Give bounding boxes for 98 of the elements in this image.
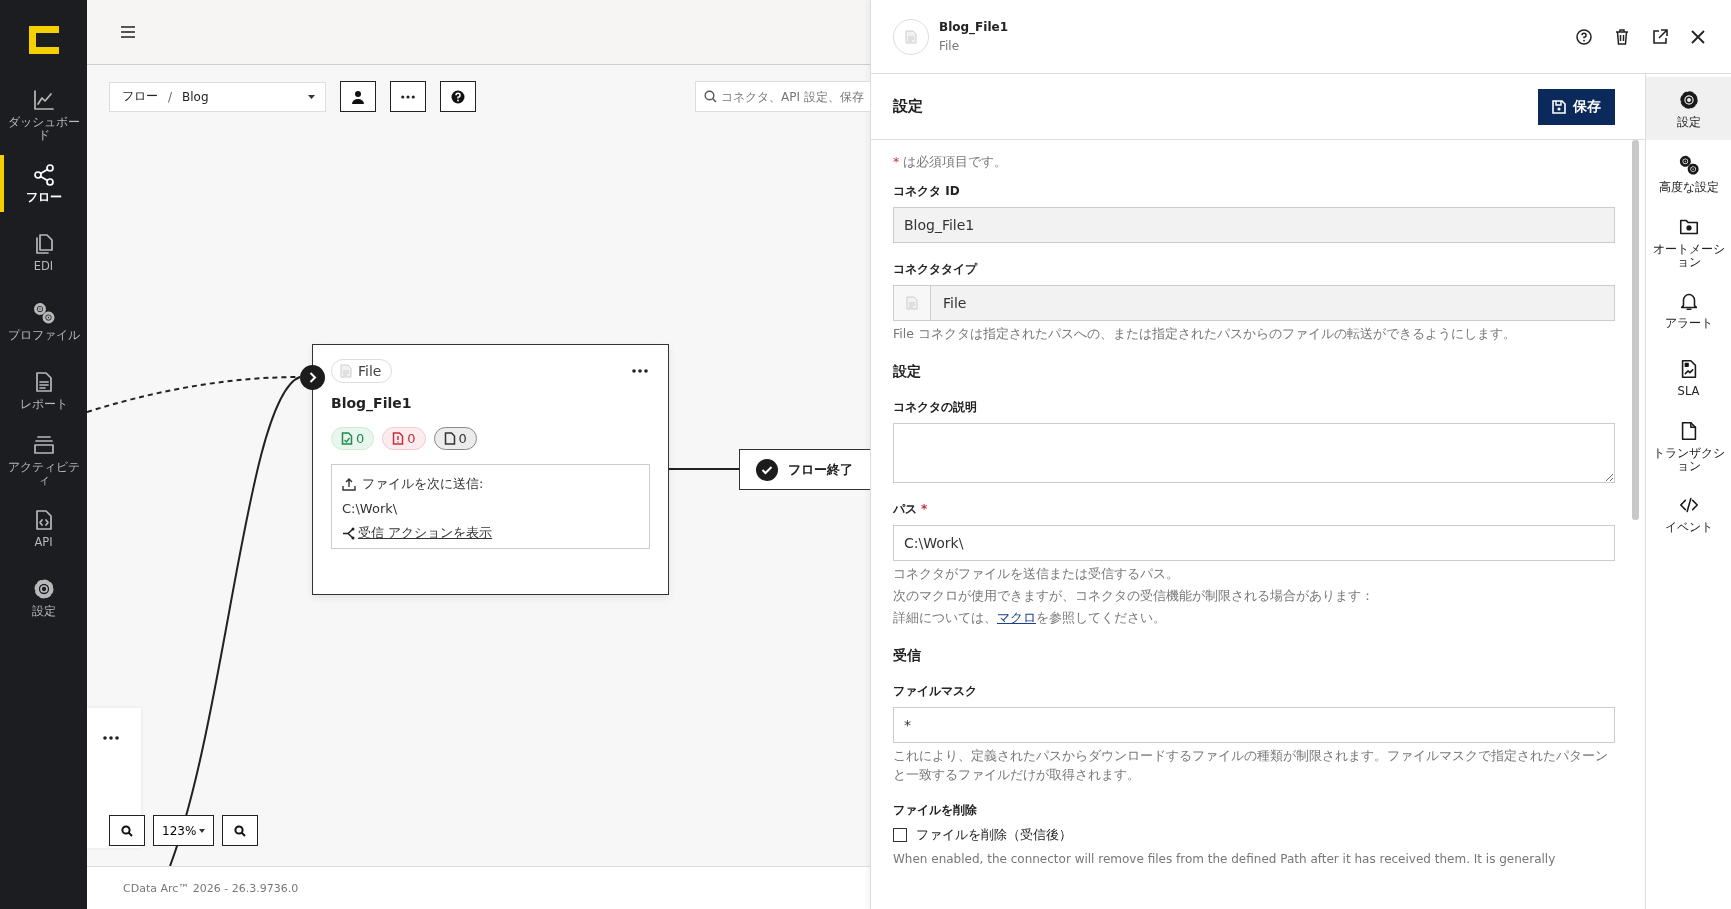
panel-title: Blog_File1 — [939, 20, 1008, 34]
user-icon — [351, 89, 365, 104]
help-text: これにより、定義されたパスからダウンロードするファイルの種類が制限されます。ファイルマスクで指定されたパターンと一致するファイルだけが取得されます。 — [893, 747, 1609, 784]
checkbox-label[interactable]: ファイルを削除（受信後） — [916, 826, 1072, 844]
count-value: 0 — [407, 431, 416, 446]
help-text: File コネクタは指定されたパスへの、または指定されたパスからのファイルの転送ができるようにします。 — [893, 325, 1517, 343]
connector-type-field[interactable]: File — [893, 285, 1615, 321]
action-path: C:\Work\ — [342, 501, 399, 516]
help-text: 詳細については、マクロ を参照してください。 — [893, 609, 1167, 627]
field-label: コネクタ ID — [893, 183, 961, 200]
section-heading: 設定 — [893, 363, 922, 381]
file-icon — [443, 432, 456, 445]
panel-nav-item[interactable]: イベント — [1646, 480, 1731, 548]
panel-nav-item[interactable]: SLA — [1646, 344, 1731, 412]
user-button[interactable] — [340, 81, 376, 112]
panel-nav-item[interactable]: 設定 — [1646, 77, 1731, 140]
more-button[interactable] — [390, 81, 426, 112]
gears-icon — [1677, 154, 1700, 177]
file-icon — [906, 296, 918, 310]
zoom-level-dropdown[interactable]: 123% — [153, 815, 215, 846]
share-icon — [31, 163, 56, 188]
field-label: パス * — [893, 501, 929, 518]
zoom-out-button[interactable] — [222, 815, 259, 846]
gears-icon — [31, 301, 56, 326]
panel-nav-item[interactable]: アラート — [1646, 276, 1731, 344]
sidebar-item[interactable]: プロファイル — [0, 287, 87, 356]
breadcrumb-item[interactable]: Blog — [182, 89, 209, 104]
zoom-in-button[interactable] — [109, 815, 145, 846]
description-field[interactable] — [893, 423, 1615, 483]
breadcrumb-dropdown[interactable]: フロー / Blog — [109, 81, 326, 112]
app-logo — [28, 26, 59, 54]
sidebar-item[interactable]: 設定 — [0, 563, 87, 632]
check-circle-icon — [756, 458, 778, 481]
chart-icon — [31, 88, 56, 113]
file-icon — [392, 432, 405, 445]
required-note: * は必須項目です。 — [893, 154, 1009, 171]
text-field[interactable]: C:\Work\ — [893, 525, 1615, 561]
help-text: When enabled, the connector will remove files from the defined Path after it has received them. It is generally — [893, 851, 1557, 868]
panel-subtitle: File — [939, 39, 961, 53]
panel-nav-item[interactable]: トランザクション — [1646, 412, 1731, 480]
node-menu-button[interactable] — [630, 367, 650, 375]
connector-node[interactable]: File Blog_File1 0 0 0 ファイルを次に送信: C:\Work\ 受信 アクションを表示 — [312, 344, 669, 595]
search-field[interactable]: コネクタ、API 設定、保存 — [695, 81, 870, 112]
close-icon — [1691, 29, 1705, 44]
branch-icon — [342, 526, 356, 540]
sidebar-item[interactable]: アクティビティ — [0, 425, 87, 494]
search-icon — [704, 90, 717, 103]
version-text: CData Arc™ 2026 - 26.3.9736.0 — [123, 881, 299, 895]
macro-link[interactable]: マクロ — [997, 610, 1036, 625]
section-title: 設定 — [893, 97, 923, 116]
scrollbar-thumb[interactable] — [1632, 140, 1639, 520]
save-button[interactable]: 保存 — [1538, 88, 1615, 125]
action-label: ファイルを次に送信: — [362, 475, 484, 493]
zoom-icon — [234, 824, 247, 837]
node-title: Blog_File1 — [331, 395, 413, 411]
section-heading: 受信 — [893, 647, 922, 665]
breadcrumb-separator: / — [168, 89, 173, 104]
sidebar-item[interactable]: フロー — [0, 149, 87, 218]
caret-icon — [199, 828, 206, 833]
help-text: 次のマクロが使用できますが、コネクタの受信機能が制限される場合があります： — [893, 587, 1375, 605]
panel-nav-item[interactable]: 高度な設定 — [1646, 140, 1731, 208]
panel-menu-button[interactable] — [101, 734, 121, 742]
external-link-icon — [1652, 28, 1668, 45]
text-field[interactable]: Blog_File1 — [893, 207, 1615, 243]
text-field[interactable]: * — [893, 707, 1615, 743]
sidebar-item[interactable]: EDI — [0, 218, 87, 287]
file-icon — [341, 432, 353, 445]
caret-icon — [308, 94, 315, 99]
sidebar-item[interactable]: API — [0, 494, 87, 563]
count-value: 0 — [458, 431, 467, 446]
field-label: ファイルを削除 — [893, 802, 978, 819]
file-icon — [340, 364, 352, 378]
more-icon — [632, 369, 648, 373]
flow-end-node[interactable]: フロー終了 — [739, 449, 870, 490]
sidebar-item[interactable]: ダッシュボード — [0, 80, 87, 149]
show-action-link[interactable]: 受信 アクションを表示 — [342, 524, 493, 542]
type-label: File — [358, 363, 382, 379]
chevron-port-icon[interactable] — [300, 365, 325, 390]
more-icon — [103, 736, 119, 740]
checkbox[interactable] — [893, 828, 907, 842]
end-node-label: フロー終了 — [788, 460, 853, 479]
breadcrumb-item[interactable]: フロー — [122, 88, 158, 105]
field-label: ファイルマスク — [893, 683, 978, 700]
sidebar-item[interactable]: レポート — [0, 356, 87, 425]
upload-icon — [342, 477, 356, 491]
help-text: コネクタがファイルを送信または受信するパス。 — [893, 565, 1180, 583]
field-label: コネクタの説明 — [893, 399, 978, 416]
settings-icon — [1677, 88, 1700, 111]
connector-line — [669, 468, 739, 470]
field-label: コネクタタイプ — [893, 261, 979, 278]
count-value: 0 — [356, 431, 365, 446]
panel-nav-item[interactable]: オートメーション — [1646, 208, 1731, 276]
help-button[interactable] — [440, 81, 476, 112]
file-icon — [905, 29, 917, 44]
zoom-icon — [121, 824, 133, 837]
help-icon — [451, 89, 465, 104]
help-icon — [1576, 28, 1592, 45]
trash-icon — [1615, 28, 1629, 45]
